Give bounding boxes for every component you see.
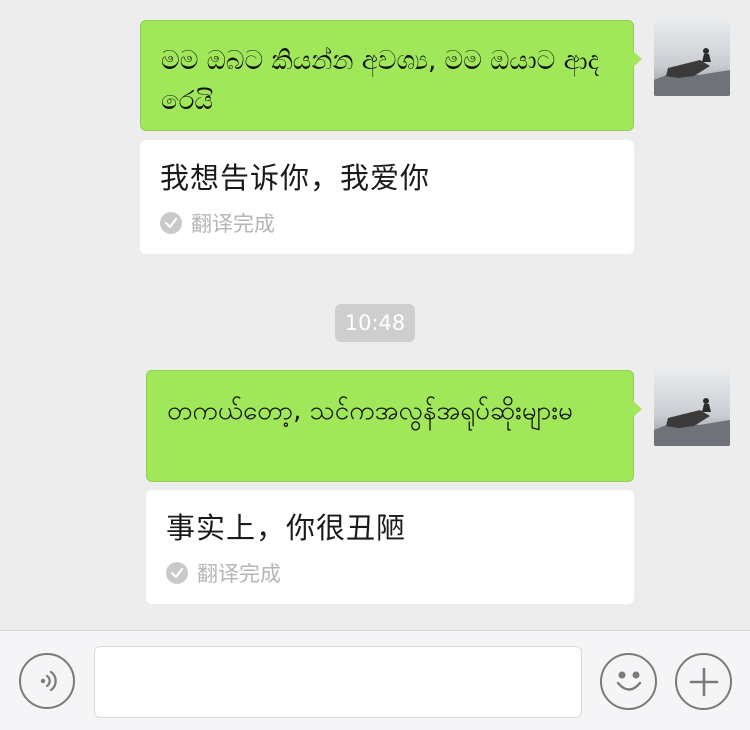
translation-status-label: 翻译完成	[197, 562, 281, 586]
avatar-image	[654, 20, 730, 96]
translation-text: 事实上，你很丑陋	[166, 511, 407, 545]
translation-card[interactable]: 我想告诉你，我爱你 翻译完成	[140, 140, 634, 254]
check-circle-icon	[160, 212, 182, 234]
timestamp-badge: 10:48	[335, 304, 415, 342]
message-text: တကယ်တော့, သင်ကအလွန်အရုပ်ဆိုးများမ	[167, 396, 573, 426]
timestamp-label: 10:48	[344, 311, 406, 335]
message-bubble[interactable]: මම ඔබට කියන්න අවශ්‍ය, මම ඔයාට ආදරෙයි	[140, 20, 642, 131]
message-text: මම ඔබට කියන්න අවශ්‍ය, මම ඔයාට ආදරෙයි	[161, 46, 600, 116]
input-bar	[0, 630, 750, 730]
emoji-button[interactable]	[600, 653, 657, 710]
message-bubble[interactable]: တကယ်တော့, သင်ကအလွန်အရုပ်ဆိုးများမ	[146, 370, 642, 482]
avatar[interactable]	[654, 20, 730, 96]
check-circle-icon	[166, 562, 188, 584]
emoji-icon	[616, 671, 641, 691]
plus-button[interactable]	[675, 653, 732, 710]
voice-icon	[40, 670, 57, 692]
translation-status-label: 翻译完成	[191, 212, 275, 236]
avatar-image	[654, 370, 730, 446]
translation-status: 翻译完成	[160, 208, 614, 238]
translation-text: 我想告诉你，我爱你	[160, 161, 431, 195]
voice-button[interactable]	[19, 653, 75, 709]
message-input[interactable]	[94, 646, 582, 718]
translation-card[interactable]: 事实上，你很丑陋 翻译完成	[146, 490, 634, 604]
avatar[interactable]	[654, 370, 730, 446]
plus-icon	[689, 667, 718, 696]
translation-status: 翻译完成	[166, 558, 614, 588]
